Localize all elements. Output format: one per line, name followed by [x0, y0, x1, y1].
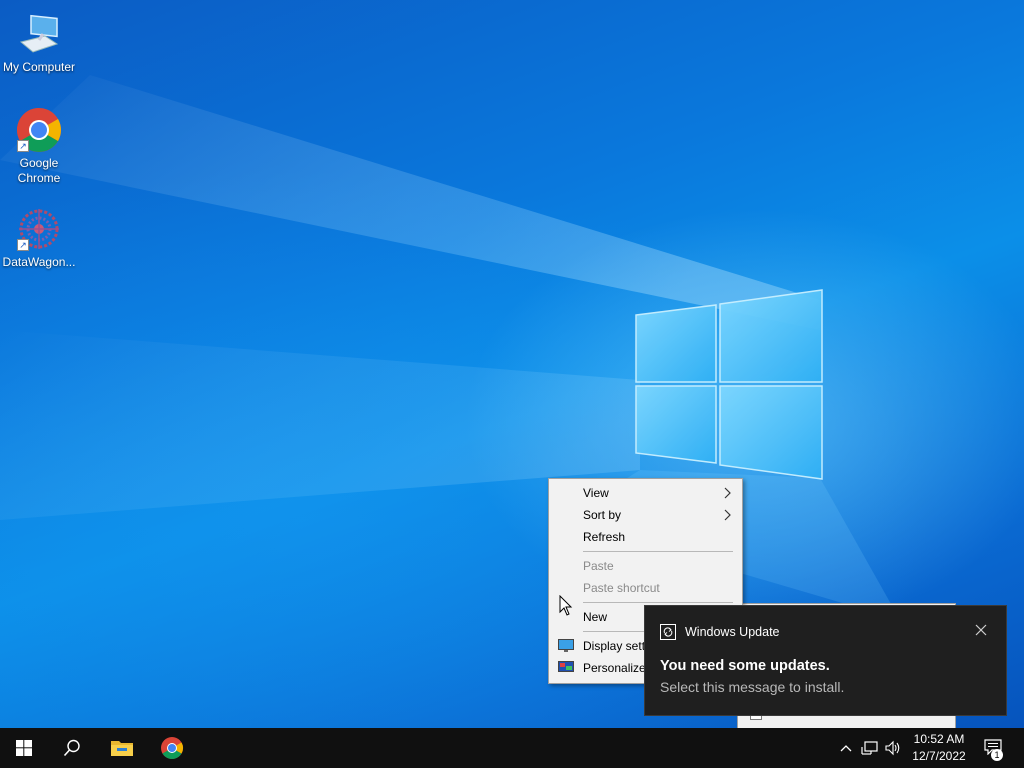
chevron-right-icon — [724, 509, 731, 521]
search-icon — [63, 739, 80, 757]
menu-item-label: Paste shortcut — [583, 581, 660, 595]
taskbar-google-chrome[interactable] — [148, 728, 196, 768]
toast-title: You need some updates. — [660, 658, 830, 674]
menu-separator — [583, 551, 733, 552]
menu-item-label: View — [583, 486, 609, 500]
notification-count-badge: 1 — [991, 749, 1003, 761]
desktop-icon-datawagon[interactable]: ↗ DataWagon... — [1, 205, 77, 270]
toast-body: Select this message to install. — [660, 679, 845, 695]
close-icon[interactable] — [974, 623, 988, 637]
menu-item-paste[interactable]: Paste — [549, 555, 742, 577]
taskbar-file-explorer[interactable] — [98, 728, 146, 768]
taskbar: 10:52 AM 12/7/2022 1 — [0, 728, 1024, 768]
windows-logo-wallpaper — [635, 289, 823, 480]
volume-icon[interactable] — [884, 739, 902, 757]
menu-item-paste-shortcut[interactable]: Paste shortcut — [549, 577, 742, 599]
menu-item-refresh[interactable]: Refresh — [549, 526, 742, 548]
desktop-icon-label: My Computer — [2, 60, 76, 74]
windows-update-icon — [660, 624, 676, 640]
mouse-cursor-icon — [559, 595, 573, 616]
clock-time: 10:52 AM — [913, 732, 965, 746]
menu-item-view[interactable]: View — [549, 482, 742, 504]
computer-icon — [15, 10, 63, 58]
datawagon-icon: ↗ — [15, 205, 63, 253]
menu-item-label: New — [583, 610, 608, 624]
menu-item-label: Sort by — [583, 508, 622, 522]
display-settings-icon — [558, 639, 574, 652]
start-button[interactable] — [0, 728, 48, 768]
menu-item-sort-by[interactable]: Sort by — [549, 504, 742, 526]
toast-app-name: Windows Update — [685, 625, 780, 639]
network-icon[interactable] — [861, 739, 879, 757]
chrome-icon: ↗ — [15, 106, 63, 154]
action-center-button[interactable] — [978, 728, 1024, 768]
desktop-icon-label: DataWagon... — [2, 255, 76, 269]
shortcut-arrow-icon: ↗ — [17, 140, 29, 152]
menu-item-label: Display sett — [583, 639, 646, 653]
desktop-icon-label: Google Chrome — [17, 156, 61, 185]
menu-item-label: Personalize — [583, 661, 646, 675]
windows-update-toast[interactable]: Windows Update You need some updates. Se… — [644, 605, 1007, 716]
chevron-up-icon[interactable] — [838, 740, 854, 756]
menu-item-label: Paste — [583, 559, 614, 573]
desktop-icon-google-chrome[interactable]: ↗ Google Chrome — [1, 106, 77, 186]
clock-date: 12/7/2022 — [912, 749, 966, 763]
menu-separator — [583, 602, 733, 603]
menu-item-label: Refresh — [583, 530, 626, 544]
windows-start-icon — [16, 740, 32, 756]
folder-icon — [111, 741, 133, 756]
taskbar-clock[interactable]: 10:52 AM 12/7/2022 — [905, 731, 973, 765]
shortcut-arrow-icon: ↗ — [17, 239, 29, 251]
chrome-icon — [161, 737, 183, 759]
personalize-icon — [558, 661, 574, 672]
desktop-icon-my-computer[interactable]: My Computer — [1, 10, 77, 75]
chevron-right-icon — [724, 487, 731, 499]
search-button[interactable] — [48, 728, 96, 768]
